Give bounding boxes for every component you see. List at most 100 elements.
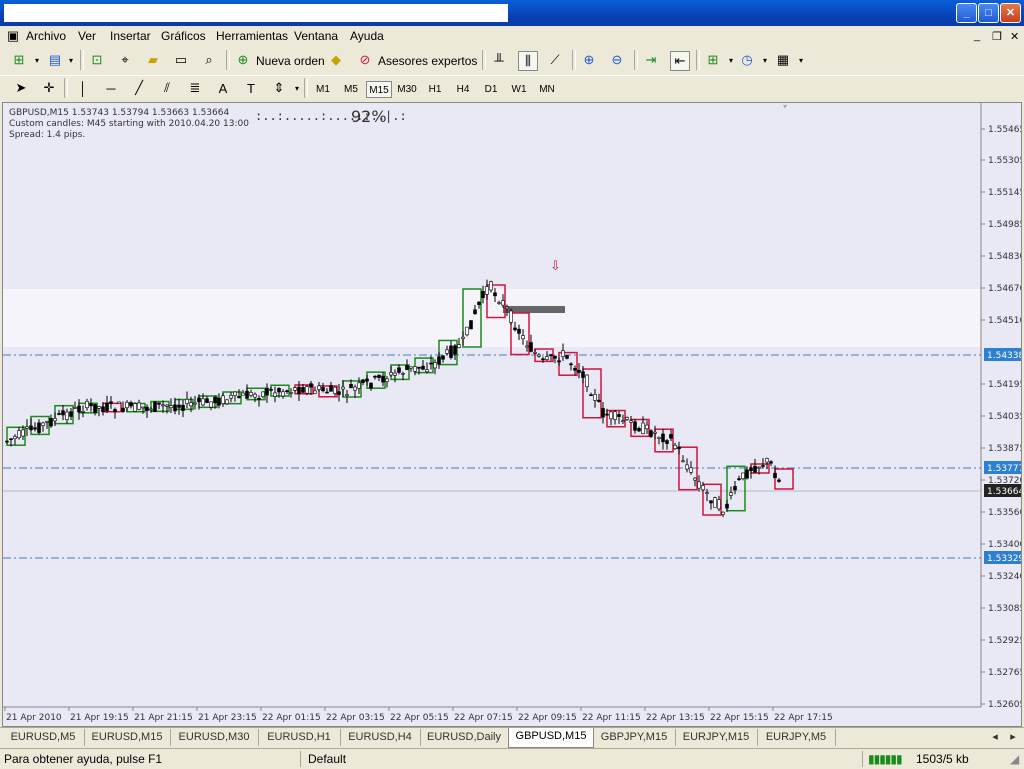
candle-body [13, 436, 17, 439]
tab-eurjpy-m5[interactable]: EURJPY,M5 [757, 729, 836, 746]
indicators-icon[interactable]: ⊞ [704, 51, 722, 69]
timeframe-m15[interactable]: M15 [366, 81, 392, 98]
tab-eurusd-h4[interactable]: EURUSD,H4 [340, 729, 421, 746]
candle-body [765, 458, 769, 463]
autoscroll-icon[interactable]: ⇥ [642, 51, 660, 69]
menu-ver[interactable]: Ver [78, 29, 96, 43]
candle-body [521, 335, 525, 340]
trendline-icon[interactable]: ╱ [130, 79, 148, 97]
mdi-minimize-button[interactable]: _ [974, 30, 980, 42]
candlestick-icon[interactable]: ⫼ [518, 51, 538, 71]
arrows-icon[interactable]: ⇕ [270, 79, 288, 97]
toolbar-separator [80, 50, 84, 70]
candle-body [17, 430, 21, 438]
time-tick-label: 22 Apr 01:15 [262, 713, 321, 723]
tester-icon[interactable]: ⌕ [200, 51, 218, 69]
mdi-restore-button[interactable]: ❐ [992, 30, 1002, 43]
menu-ventana[interactable]: Ventana [294, 29, 338, 43]
tab-eurusd-m30[interactable]: EURUSD,M30 [170, 729, 259, 746]
candle-body [529, 342, 533, 352]
candle-body [489, 281, 493, 291]
drawing-toolbar: ➤ ✛ │ ─ ╱ ⫽ ≣ A T ⇕ ▾ M1 M5 M15 M30 H1 H… [0, 75, 1024, 101]
timeframe-w1[interactable]: W1 [506, 81, 532, 98]
status-divider [300, 751, 301, 767]
timeframe-mn[interactable]: MN [534, 81, 560, 98]
minimize-button[interactable]: _ [956, 3, 977, 23]
candle-body [557, 360, 561, 363]
tab-scroll-right-icon[interactable]: ▸ [1006, 729, 1020, 746]
timeframe-m30[interactable]: M30 [394, 81, 420, 98]
menu-graficos[interactable]: Gráficos [161, 29, 206, 43]
vertical-line-icon[interactable]: │ [74, 79, 92, 97]
candle-body [277, 388, 281, 393]
tab-eurjpy-m15[interactable]: EURJPY,M15 [675, 729, 758, 746]
tab-scroll-left-icon[interactable]: ◂ [988, 729, 1002, 746]
down-arrow-icon: ⇩ [550, 259, 561, 274]
close-button[interactable]: ✕ [1000, 3, 1021, 23]
chevron-down-icon[interactable]: ▾ [62, 51, 80, 69]
maximize-button[interactable]: □ [978, 3, 999, 23]
tab-eurusd-h1[interactable]: EURUSD,H1 [258, 729, 341, 746]
clock-icon[interactable]: ◷ [738, 51, 756, 69]
tab-eurusd-daily[interactable]: EURUSD,Daily [420, 729, 509, 746]
text-label-icon[interactable]: T [242, 79, 260, 97]
time-tick-label: 21 Apr 19:15 [70, 713, 129, 723]
timeframe-m5[interactable]: M5 [338, 81, 364, 98]
bar-chart-icon[interactable]: ╨ [490, 51, 508, 69]
timeframe-m1[interactable]: M1 [310, 81, 336, 98]
tab-gbpusd-m15[interactable]: GBPUSD,M15 [508, 728, 594, 748]
new-order-icon[interactable]: ⊕ [234, 51, 252, 69]
channel-icon[interactable]: ⫽ [158, 79, 176, 97]
candle-body [609, 411, 613, 420]
zoom-out-icon[interactable]: ⊖ [608, 51, 626, 69]
price-label-upper: 1.54338 [987, 351, 1021, 361]
price-chart[interactable]: ⇩ 1.554651.553051.551451.549851.548301.5… [3, 103, 1021, 726]
folder-icon[interactable]: ▰ [144, 51, 162, 69]
candle-body [313, 390, 317, 394]
candle-body [253, 393, 257, 398]
fibonacci-icon[interactable]: ≣ [186, 79, 204, 97]
horizontal-line-icon[interactable]: ─ [102, 79, 120, 97]
mdi-close-button[interactable]: ✕ [1010, 30, 1019, 43]
tab-eurusd-m5[interactable]: EURUSD,M5 [2, 729, 85, 746]
navigator-icon[interactable]: ⌖ [116, 51, 134, 69]
chart-shift-icon[interactable]: ⇤ [670, 51, 690, 71]
menu-herramientas[interactable]: Herramientas [216, 29, 288, 43]
tab-gbpjpy-m15[interactable]: GBPJPY,M15 [593, 729, 676, 746]
candle-body [273, 392, 277, 397]
timeframe-h4[interactable]: H4 [450, 81, 476, 98]
market-watch-icon[interactable]: ⊡ [88, 51, 106, 69]
candle-body [309, 383, 313, 388]
metaeditor-icon[interactable]: ◆ [327, 51, 345, 69]
chevron-down-icon[interactable]: ▾ [28, 51, 46, 69]
menu-archivo[interactable]: Archivo [26, 29, 66, 43]
candle-body [693, 477, 697, 481]
expert-advisors-icon[interactable]: ⊘ [356, 51, 374, 69]
timeframe-d1[interactable]: D1 [478, 81, 504, 98]
terminal-icon[interactable]: ▭ [172, 51, 190, 69]
timeframe-h1[interactable]: H1 [422, 81, 448, 98]
templates-icon[interactable]: ▦ [774, 51, 792, 69]
line-chart-icon[interactable]: ⟋ [546, 51, 564, 69]
expert-advisors-button[interactable]: Asesores expertos [378, 54, 477, 68]
cursor-icon[interactable]: ➤ [12, 79, 30, 97]
tab-eurusd-m15[interactable]: EURUSD,M15 [84, 729, 171, 746]
crosshair-icon[interactable]: ✛ [40, 79, 58, 97]
toolbar-separator [572, 50, 576, 70]
new-order-button[interactable]: Nueva orden [256, 54, 325, 68]
candle-body [65, 411, 69, 420]
chevron-down-icon[interactable]: ▾ [792, 51, 810, 69]
candle-body [365, 378, 369, 382]
chart-window[interactable]: ⇩ 1.554651.553051.551451.549851.548301.5… [2, 102, 1022, 727]
candle-body [325, 391, 329, 394]
chevron-down-icon[interactable]: ▾ [756, 51, 774, 69]
zoom-in-icon[interactable]: ⊕ [580, 51, 598, 69]
candle-body [9, 438, 13, 441]
price-tick-label: 1.54670 [988, 284, 1021, 294]
app-icon[interactable]: ▣ [4, 27, 22, 45]
menu-ayuda[interactable]: Ayuda [350, 29, 384, 43]
menu-insertar[interactable]: Insertar [110, 29, 151, 43]
candle-body [385, 378, 389, 382]
text-tool-icon[interactable]: A [214, 79, 232, 97]
new-chart-icon[interactable]: ⊞ [10, 51, 28, 69]
